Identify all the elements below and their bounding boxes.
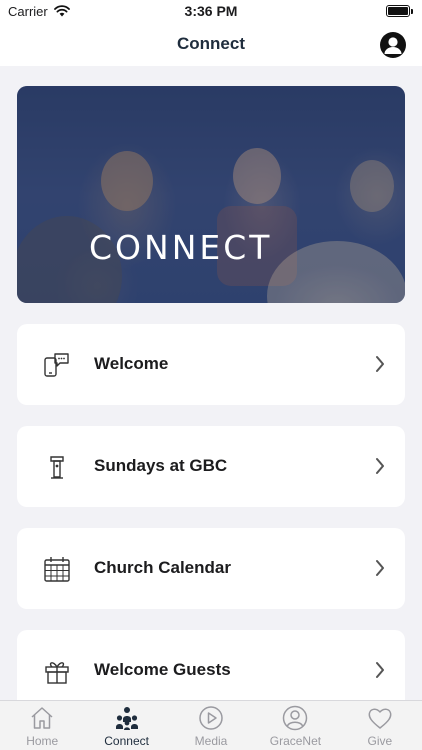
status-left: Carrier bbox=[8, 4, 70, 19]
tab-home-label: Home bbox=[26, 734, 59, 748]
tab-home[interactable]: Home bbox=[0, 701, 84, 750]
battery-icon bbox=[386, 5, 413, 17]
chevron-right-icon bbox=[376, 356, 384, 372]
connect-hero-banner: CONNECT bbox=[17, 86, 405, 303]
tab-give[interactable]: Give bbox=[338, 701, 422, 750]
status-bar: Carrier 3:36 PM bbox=[0, 0, 422, 22]
tab-give-label: Give bbox=[367, 734, 393, 748]
chevron-right-icon bbox=[376, 662, 384, 678]
welcome-guests-card[interactable]: Welcome Guests bbox=[17, 630, 405, 711]
play-icon bbox=[199, 706, 223, 730]
gift-icon bbox=[45, 662, 69, 684]
sundays-at-gbc-card[interactable]: Sundays at GBC bbox=[17, 426, 405, 507]
welcome-guests-label: Welcome Guests bbox=[94, 660, 231, 679]
church-calendar-card[interactable]: Church Calendar bbox=[17, 528, 405, 609]
tab-media[interactable]: Media bbox=[169, 701, 253, 750]
hero-photo bbox=[17, 148, 405, 303]
tab-gracenet[interactable]: GraceNet bbox=[253, 701, 337, 750]
carrier-label: Carrier bbox=[8, 3, 48, 19]
sundays-label: Sundays at GBC bbox=[94, 456, 228, 475]
calendar-icon bbox=[44, 557, 70, 582]
podium-icon bbox=[50, 456, 64, 479]
page-title: Connect bbox=[177, 34, 245, 53]
welcome-card[interactable]: Welcome bbox=[17, 324, 405, 405]
tab-gracenet-label: GraceNet bbox=[269, 734, 322, 748]
profile-button[interactable] bbox=[380, 32, 406, 58]
tab-media-label: Media bbox=[194, 734, 228, 748]
church-calendar-label: Church Calendar bbox=[94, 558, 231, 577]
hero-title: CONNECT bbox=[89, 228, 273, 267]
home-icon bbox=[31, 707, 53, 729]
heart-icon bbox=[368, 708, 392, 729]
phone-chat-icon bbox=[44, 353, 69, 377]
navigation-bar: Connect bbox=[0, 22, 422, 66]
people-icon bbox=[115, 707, 138, 730]
tab-connect[interactable]: Connect bbox=[84, 701, 168, 750]
user-icon bbox=[384, 37, 402, 54]
chevron-right-icon bbox=[376, 458, 384, 474]
person-circle-icon bbox=[283, 705, 308, 731]
tab-bar: Home Connect Media GraceNet Give bbox=[0, 700, 422, 750]
chevron-right-icon bbox=[376, 560, 384, 576]
welcome-label: Welcome bbox=[94, 354, 169, 373]
tab-connect-label: Connect bbox=[104, 734, 149, 748]
wifi-icon bbox=[53, 5, 70, 17]
